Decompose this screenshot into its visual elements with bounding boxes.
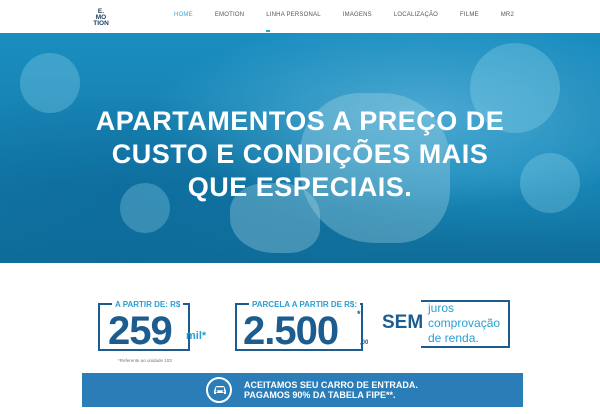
installment-value: 2.500 (243, 309, 339, 353)
car-icon (206, 377, 232, 403)
nav-filme[interactable]: FILME (460, 12, 479, 18)
logo[interactable]: E. MO TION (86, 8, 116, 27)
price-unit: mil* (186, 330, 207, 342)
banner-line: PAGAMOS 90% DA TABELA FIPE**. (244, 390, 396, 400)
nav-emotion[interactable]: EMOTION (215, 12, 244, 18)
installment-label: PARCELA A PARTIR DE R$: (249, 300, 361, 309)
juros-line: juros (428, 301, 455, 315)
price-note: *Referente ao unidade 103 (118, 358, 172, 363)
nav-imagens[interactable]: IMAGENS (343, 12, 372, 18)
bottom-strip (0, 407, 600, 414)
hero-title-line: CUSTO E CONDIÇÕES MAIS (111, 139, 489, 169)
nav-home[interactable]: HOME (174, 12, 193, 18)
installment-box: PARCELA A PARTIR DE R$: 2.500 (235, 300, 363, 353)
header: E. MO TION HOME EMOTION LINHA PERSONAL I… (0, 0, 600, 33)
page: E. MO TION HOME EMOTION LINHA PERSONAL I… (0, 0, 600, 414)
installment-mark: * (357, 309, 361, 319)
bokeh-light (20, 53, 80, 113)
main-nav: HOME EMOTION LINHA PERSONAL IMAGENS LOCA… (152, 12, 514, 18)
sem-label: SEM (382, 312, 424, 333)
price-box: A PARTIR DE: R$ 259 (98, 300, 190, 353)
juros-text: juros comprovação de renda. (428, 301, 500, 346)
hero-banner: APARTAMENTOS A PREÇO DE CUSTO E CONDIÇÕE… (0, 33, 600, 263)
price-label: A PARTIR DE: R$ (112, 300, 184, 309)
price-value: 259 (108, 309, 173, 353)
logo-line3: TION (93, 20, 109, 27)
nav-localizacao[interactable]: LOCALIZAÇÃO (394, 12, 438, 18)
banner-text: ACEITAMOS SEU CARRO DE ENTRADA. PAGAMOS … (244, 380, 418, 400)
banner-line: ACEITAMOS SEU CARRO DE ENTRADA. (244, 380, 418, 390)
hero-title: APARTAMENTOS A PREÇO DE CUSTO E CONDIÇÕE… (0, 105, 600, 204)
hero-title-line: QUE ESPECIAIS. (187, 172, 413, 202)
juros-line: comprovação (428, 316, 501, 330)
nav-mr2[interactable]: MR2 (501, 12, 514, 18)
juros-line: de renda. (428, 331, 479, 345)
nav-active-indicator (266, 30, 270, 32)
car-trade-banner[interactable]: ACEITAMOS SEU CARRO DE ENTRADA. PAGAMOS … (82, 373, 523, 407)
nav-linha-personal[interactable]: LINHA PERSONAL (266, 12, 321, 18)
hero-title-line: APARTAMENTOS A PREÇO DE (95, 106, 505, 136)
installment-cents: ,00 (360, 340, 369, 346)
